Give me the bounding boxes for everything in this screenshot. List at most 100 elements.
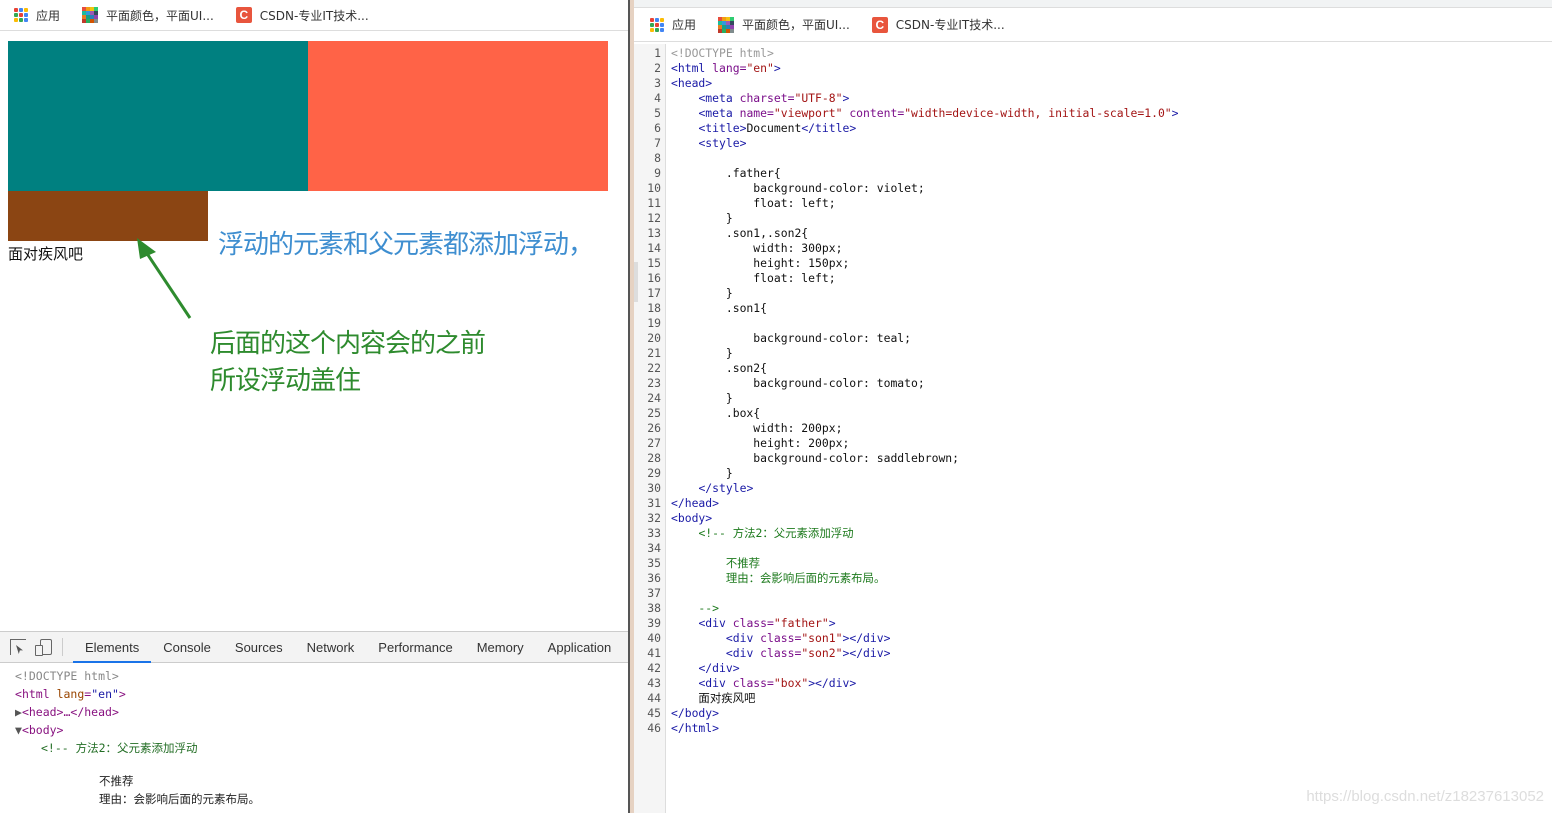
code-line: width: 300px; xyxy=(671,241,843,255)
line-number: 8 xyxy=(654,151,661,165)
code-line: <div class="father"> xyxy=(698,616,836,630)
son2-tomato-box xyxy=(308,41,608,191)
bookmark-label: CSDN-专业IT技术... xyxy=(259,8,369,23)
dom-html[interactable]: <html lang="en"> xyxy=(15,685,628,703)
line-number: 19 xyxy=(647,316,661,330)
color-palette-icon xyxy=(82,7,99,23)
annotation-green-line1: 后面的这个内容会的之前 xyxy=(210,329,486,359)
line-number: 23 xyxy=(647,376,661,390)
tab-network[interactable]: Network xyxy=(295,632,367,663)
line-numbers: 1 2 3 4 5 6 7 8 9 10 11 12 13 14 15 16 17 18 19 20 21 22 23 24 2… xyxy=(634,46,661,736)
bookmark-flat-colors[interactable]: 平面颜色，平面UI... xyxy=(82,7,214,24)
tab-application[interactable]: Application xyxy=(536,632,624,663)
line-number: 17 xyxy=(647,286,661,300)
line-number: 3 xyxy=(654,76,661,90)
bookmark-apps[interactable]: 应用 xyxy=(650,16,696,33)
line-number: 2 xyxy=(654,61,661,75)
line-number: 9 xyxy=(654,166,661,180)
line-number: 31 xyxy=(647,496,661,510)
line-number: 33 xyxy=(647,526,661,540)
tab-performance[interactable]: Performance xyxy=(366,632,464,663)
line-number: 37 xyxy=(647,586,661,600)
tab-console[interactable]: Console xyxy=(151,632,223,663)
code-line: --> xyxy=(671,601,720,615)
dom-head[interactable]: ▶<head>…</head> xyxy=(15,703,628,721)
code-line: .box{ xyxy=(671,406,761,420)
inspect-element-icon[interactable] xyxy=(10,639,26,655)
line-number: 28 xyxy=(647,451,661,465)
line-number: 1 xyxy=(654,46,661,60)
line-number: 25 xyxy=(647,406,661,420)
csdn-logo-icon: C xyxy=(235,7,252,23)
code-line: <meta name="viewport" content="width=dev… xyxy=(698,106,1179,120)
line-number: 34 xyxy=(647,541,661,555)
code-line: float: left; xyxy=(671,196,836,210)
code-line: .son1{ xyxy=(671,301,768,315)
csdn-logo-icon: C xyxy=(871,16,888,33)
line-number: 39 xyxy=(647,616,661,630)
line-number: 44 xyxy=(647,691,661,705)
line-number: 24 xyxy=(647,391,661,405)
line-number: 38 xyxy=(647,601,661,615)
code-line: <div class="son2"></div> xyxy=(725,646,891,660)
code-line: <!-- 方法2：父元素添加浮动 xyxy=(698,526,854,540)
code-line: .son1,.son2{ xyxy=(671,226,809,240)
watermark: https://blog.csdn.net/z18237613052 xyxy=(1306,788,1544,805)
apps-grid-icon xyxy=(650,17,664,32)
tab-sources[interactable]: Sources xyxy=(223,632,295,663)
bookmark-csdn[interactable]: C CSDN-专业IT技术... xyxy=(871,16,1005,33)
bookmark-label: 应用 xyxy=(36,8,61,23)
line-number: 26 xyxy=(647,421,661,435)
line-number: 22 xyxy=(647,361,661,375)
dom-body[interactable]: ▼<body> xyxy=(15,721,628,739)
device-toolbar-icon[interactable] xyxy=(35,639,52,656)
line-number: 35 xyxy=(647,556,661,570)
bookmarks-bar: 应用 平面颜色，平面UI... C CSDN-专业IT技术... xyxy=(0,0,628,31)
line-number: 18 xyxy=(647,301,661,315)
tab-elements[interactable]: Elements xyxy=(73,632,152,663)
code-line: 理由：会影响后面的元素布局。 xyxy=(671,571,886,585)
page-text: 面对疾风吧 xyxy=(8,245,84,263)
code-line: .son2{ xyxy=(671,361,768,375)
line-number: 21 xyxy=(647,346,661,360)
line-number: 14 xyxy=(647,241,661,255)
line-number: 4 xyxy=(654,91,661,105)
line-number: 40 xyxy=(647,631,661,645)
code-line: <style> xyxy=(698,136,747,150)
collapse-triangle-icon[interactable]: ▼ xyxy=(15,723,22,737)
line-number: 42 xyxy=(647,661,661,675)
annotation-green-line2: 所设浮动盖住 xyxy=(210,366,361,396)
line-number: 15 xyxy=(647,256,661,270)
tab-memory[interactable]: Memory xyxy=(465,632,536,663)
code-line: width: 200px; xyxy=(671,421,843,435)
screenshot-root: 应用 平面颜色，平面UI... C CSDN-专业IT技术... 面对疾风吧 E… xyxy=(0,0,1552,813)
dom-comment[interactable]: <!-- 方法2：父元素添加浮动 不推荐 理由：会影响后面的元素布局。 xyxy=(15,739,628,808)
bookmarks-bar: 应用 平面颜色，平面UI... C CSDN-专业IT技术... xyxy=(634,8,1552,42)
line-number: 45 xyxy=(647,706,661,720)
line-number: 7 xyxy=(654,136,661,150)
bookmark-apps[interactable]: 应用 xyxy=(14,7,60,24)
bookmark-label: 平面颜色，平面UI... xyxy=(106,8,214,23)
code-line: background-color: violet; xyxy=(671,181,925,195)
bookmark-csdn[interactable]: C CSDN-专业IT技术... xyxy=(235,7,369,24)
code-line: float: left; xyxy=(671,271,836,285)
devtools-tabbar: Elements Console Sources Network Perform… xyxy=(0,632,628,663)
expand-triangle-icon[interactable]: ▶ xyxy=(15,705,22,719)
code-line: <html lang="en"> xyxy=(671,61,781,75)
line-number: 10 xyxy=(647,181,661,195)
code-line: .father{ xyxy=(671,166,781,180)
annotation-blue: 浮动的元素和父元素都添加浮动， xyxy=(218,230,594,260)
bookmark-flat-colors[interactable]: 平面颜色，平面UI... xyxy=(718,16,850,33)
color-palette-icon xyxy=(718,16,735,33)
code-line: background-color: teal; xyxy=(671,331,912,345)
annotation-green: 后面的这个内容会的之前 所设浮动盖住 xyxy=(210,326,486,400)
dom-doctype[interactable]: <!DOCTYPE html> xyxy=(15,667,628,685)
line-number: 5 xyxy=(654,106,661,120)
line-number: 12 xyxy=(647,211,661,225)
code-line: } xyxy=(671,286,733,300)
code-line: </div> xyxy=(698,661,740,675)
code-line: } xyxy=(671,346,733,360)
